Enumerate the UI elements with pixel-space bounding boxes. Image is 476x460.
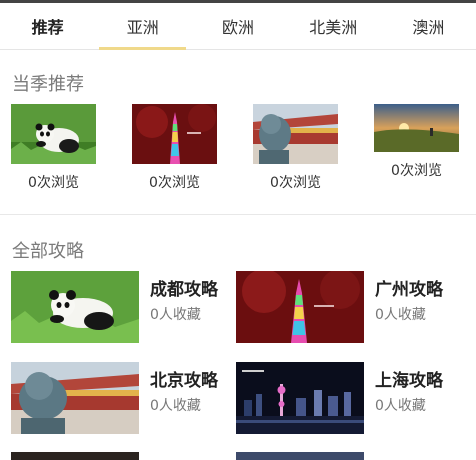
tab-asia[interactable]: 亚洲 [95,3,190,50]
guide-card-beijing[interactable]: 北京攻略 0人收藏 [11,362,218,434]
guide-title: 上海攻略 [375,371,443,391]
region-tabs: 推荐 亚洲 欧洲 北美洲 澳洲 [0,3,476,50]
favorite-count: 0人收藏 [375,307,426,323]
all-guides-section-title: 全部攻略 [12,241,84,262]
guide-card-chengdu[interactable]: 成都攻略 0人收藏 [11,271,218,343]
guide-image [236,452,364,460]
guide-title: 成都攻略 [150,280,218,300]
guide-card-guangzhou[interactable]: 广州攻略 0人收藏 [236,271,443,343]
tab-oceania[interactable]: 澳洲 [381,3,476,49]
view-count: 0次浏览 [149,175,200,191]
stone-lion-image [11,362,139,434]
favorite-count: 0人收藏 [375,398,426,414]
season-item-guangzhou[interactable]: 0次浏览 [132,104,217,192]
guide-card-partial[interactable] [11,452,139,460]
guide-title: 广州攻略 [375,280,443,300]
view-count: 0次浏览 [270,175,321,191]
season-item-beijing[interactable]: 0次浏览 [253,104,338,192]
guide-card-shanghai[interactable]: 上海攻略 0人收藏 [236,362,443,434]
canton-tower-image [132,104,217,164]
season-item-shanghai[interactable]: 0次浏览 [374,104,459,180]
guide-card-partial[interactable] [236,452,364,460]
canton-tower-image [236,271,364,343]
guide-image [11,452,139,460]
view-count: 0次浏览 [391,163,442,179]
tab-north-america[interactable]: 北美洲 [286,3,381,49]
sunset-meadow-image [374,104,459,152]
tab-europe[interactable]: 欧洲 [190,3,285,49]
panda-image [11,104,96,164]
favorite-count: 0人收藏 [150,307,201,323]
guide-title: 北京攻略 [150,371,218,391]
favorite-count: 0人收藏 [150,398,201,414]
city-skyline-image [236,362,364,434]
section-divider [0,214,476,215]
season-item-chengdu[interactable]: 0次浏览 [11,104,96,192]
season-section-title: 当季推荐 [12,74,84,95]
view-count: 0次浏览 [28,175,79,191]
tab-recommended[interactable]: 推荐 [0,3,95,49]
panda-image [11,271,139,343]
stone-lion-image [253,104,338,164]
